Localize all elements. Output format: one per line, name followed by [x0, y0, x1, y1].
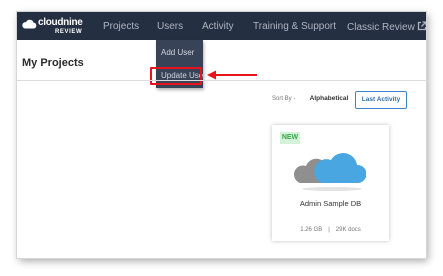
nav-users[interactable]: Users	[157, 21, 183, 32]
external-link-icon	[417, 21, 426, 31]
nav-classic-review-label: Classic Review	[347, 22, 415, 33]
logo-text: cloudnine	[38, 17, 83, 28]
top-navbar: cloudnine REVIEW Projects Users Activity…	[17, 12, 426, 40]
project-card[interactable]: NEW Admin Sample DB 1.26 GB | 29K docs	[272, 125, 389, 241]
nav-projects[interactable]: Projects	[103, 21, 139, 32]
cloud-icon	[294, 152, 366, 191]
cloudnine-logo[interactable]: cloudnine REVIEW	[22, 17, 84, 37]
nav-classic-review[interactable]: Classic Review	[347, 21, 426, 33]
sort-by-label: Sort By -	[272, 96, 296, 102]
sort-alphabetical-button[interactable]: Alphabetical	[305, 91, 353, 109]
header-divider	[17, 80, 426, 81]
app-window: cloudnine REVIEW Projects Users Activity…	[17, 12, 426, 258]
nav-activity[interactable]: Activity	[202, 21, 234, 32]
stats-separator: |	[328, 227, 330, 233]
nav-training-support[interactable]: Training & Support	[253, 21, 336, 32]
logo-subtext: REVIEW	[55, 29, 83, 35]
sort-last-activity-button[interactable]: Last Activity	[355, 91, 407, 109]
project-size: 1.26 GB	[300, 227, 323, 233]
page-title: My Projects	[22, 57, 84, 69]
update-user-highlight-box	[150, 67, 202, 85]
logo-cloud-icon	[22, 19, 37, 29]
project-name[interactable]: Admin Sample DB	[272, 199, 389, 208]
project-stats: 1.26 GB | 29K docs	[272, 227, 389, 234]
menu-item-add-user[interactable]: Add User	[161, 48, 194, 57]
project-doc-count: 29K docs	[335, 227, 361, 233]
new-badge: NEW	[280, 132, 300, 144]
